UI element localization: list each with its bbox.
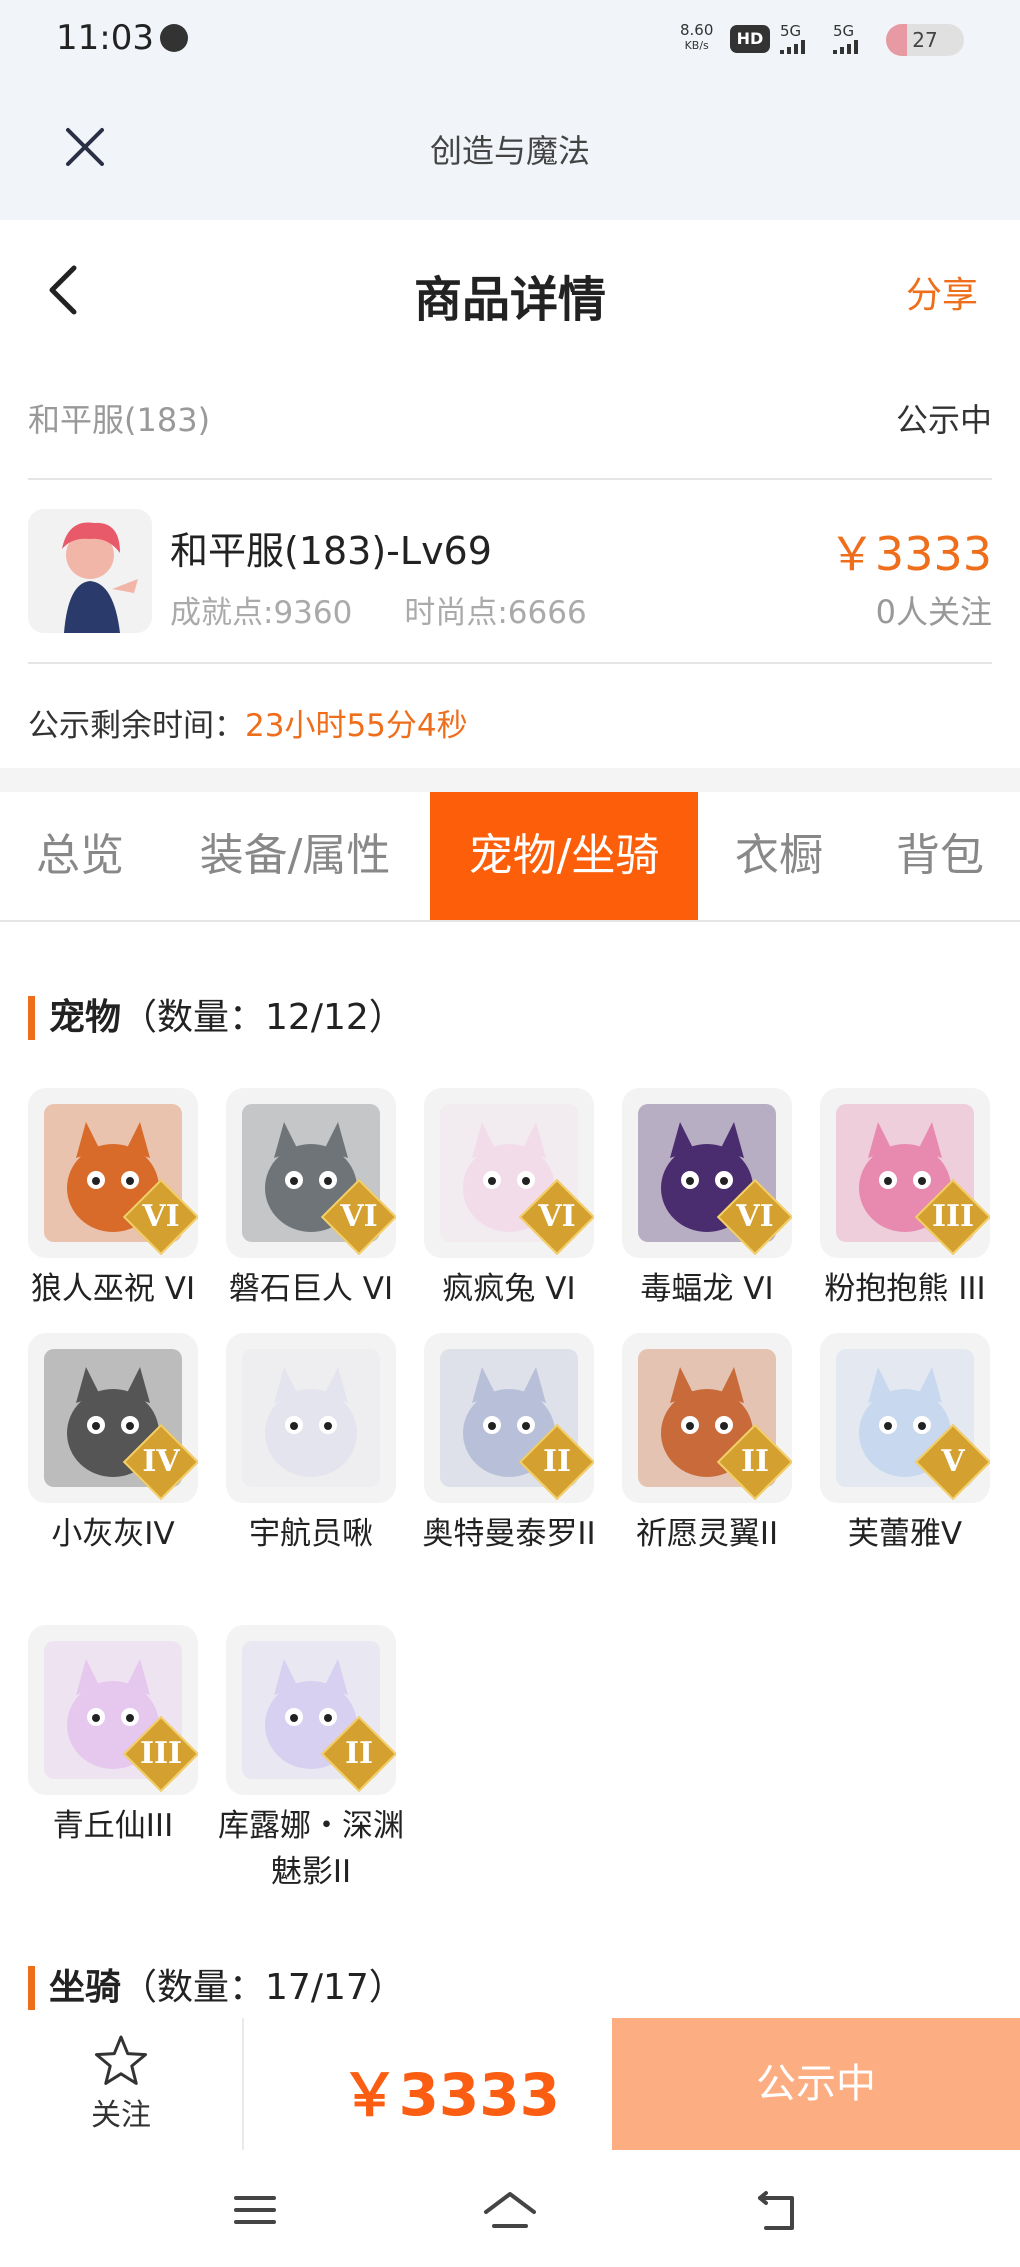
achievement-points: 成就点:9360 bbox=[170, 595, 353, 631]
fashion-points: 时尚点:6666 bbox=[404, 595, 587, 631]
pet-name: 磐石巨人 VI bbox=[228, 1271, 394, 1307]
star-icon bbox=[95, 2035, 147, 2085]
publicity-status-button[interactable]: 公示中 bbox=[612, 2018, 1020, 2150]
pets-section-count: （数量：12/12） bbox=[121, 997, 405, 1038]
tab-bar: 总览 装备/属性 宠物/坐骑 衣橱 背包 bbox=[0, 792, 1020, 922]
pet-name: 疯疯兔 VI bbox=[442, 1271, 576, 1307]
bottom-action-bar: 关注 ￥3333 公示中 bbox=[0, 2018, 1020, 2150]
pet-name: 库露娜・深渊魅影II bbox=[218, 1808, 404, 1890]
pet-item[interactable]: V 芙蕾雅V bbox=[806, 1333, 1004, 1557]
page-title: 商品详情 bbox=[413, 272, 606, 328]
follow-button[interactable]: 关注 bbox=[0, 2018, 242, 2150]
battery-level: 27 bbox=[912, 28, 938, 52]
tab-overview[interactable]: 总览 bbox=[0, 792, 160, 920]
item-price: ￥3333 bbox=[828, 527, 992, 581]
pet-name: 狼人巫祝 VI bbox=[30, 1271, 196, 1307]
pet-item[interactable]: IV 小灰灰IV bbox=[14, 1333, 212, 1557]
character-portrait-icon bbox=[28, 509, 152, 633]
pet-thumbnail: VI bbox=[226, 1088, 396, 1258]
nav-bar: 商品详情 分享 bbox=[0, 220, 1020, 360]
pet-name: 小灰灰IV bbox=[51, 1516, 175, 1552]
signal-icon-2: 5G bbox=[833, 22, 865, 58]
system-navigation-bar bbox=[0, 2150, 1020, 2267]
pet-name: 祈愿灵翼II bbox=[635, 1516, 779, 1552]
network-speed-value: 8.60 bbox=[680, 21, 714, 39]
pet-item[interactable]: III 青丘仙III bbox=[14, 1625, 212, 1849]
pet-item[interactable]: II 奥特曼泰罗II bbox=[410, 1333, 608, 1557]
mounts-section-count: （数量：17/17） bbox=[121, 1967, 405, 2008]
countdown: 公示剩余时间：23小时55分4秒 bbox=[28, 700, 468, 745]
follow-label: 关注 bbox=[91, 2098, 151, 2133]
pet-item[interactable]: II 祈愿灵翼II bbox=[608, 1333, 806, 1557]
mounts-section-header: 坐骑（数量：17/17） bbox=[28, 1966, 405, 2010]
status-time: 11:03 bbox=[56, 18, 154, 58]
pet-item[interactable]: VI 疯疯兔 VI bbox=[410, 1088, 608, 1312]
pet-thumbnail: II bbox=[622, 1333, 792, 1503]
pets-section-title: 宠物 bbox=[49, 997, 122, 1038]
divider bbox=[28, 662, 992, 664]
pet-name: 芙蕾雅V bbox=[847, 1516, 963, 1552]
pet-thumbnail: VI bbox=[28, 1088, 198, 1258]
signal-bars-icon bbox=[833, 40, 858, 54]
share-button[interactable]: 分享 bbox=[906, 266, 978, 318]
pet-name: 毒蝠龙 VI bbox=[640, 1271, 774, 1307]
globe-icon bbox=[160, 24, 188, 52]
character-avatar bbox=[28, 509, 152, 633]
pet-item[interactable]: III 粉抱抱熊 III bbox=[806, 1088, 1004, 1312]
status-bar: 11:03 8.60 KB/s HD 5G 5G 27 bbox=[0, 0, 1020, 78]
server-row: 和平服(183) 公示中 bbox=[28, 395, 992, 441]
pet-item[interactable]: VI 磐石巨人 VI bbox=[212, 1088, 410, 1312]
pet-thumbnail: VI bbox=[424, 1088, 594, 1258]
divider bbox=[28, 478, 992, 480]
mounts-section-title: 坐骑 bbox=[49, 1967, 122, 2008]
pet-item[interactable]: 宇航员啾 bbox=[212, 1333, 410, 1557]
network-speed-unit: KB/s bbox=[684, 39, 709, 52]
pet-item[interactable]: VI 毒蝠龙 VI bbox=[608, 1088, 806, 1312]
follower-count: 0人关注 bbox=[875, 593, 992, 631]
tab-pets-mounts[interactable]: 宠物/坐骑 bbox=[430, 792, 698, 920]
webview-header: 创造与魔法 bbox=[0, 78, 1020, 220]
hd-icon: HD bbox=[730, 25, 770, 53]
tab-backpack[interactable]: 背包 bbox=[860, 792, 1020, 920]
pet-name: 青丘仙III bbox=[52, 1808, 174, 1844]
network-speed: 8.60 KB/s bbox=[680, 22, 713, 54]
tab-equipment[interactable]: 装备/属性 bbox=[160, 792, 430, 920]
webview-title: 创造与魔法 bbox=[429, 132, 590, 170]
listing-status: 公示中 bbox=[895, 401, 992, 439]
item-name: 和平服(183)-Lv69 bbox=[170, 529, 492, 573]
pet-thumbnail: V bbox=[820, 1333, 990, 1503]
bottom-price: ￥3333 bbox=[340, 2061, 560, 2129]
item-stats: 成就点:9360 时尚点:6666 bbox=[170, 587, 587, 632]
pet-thumbnail: IV bbox=[28, 1333, 198, 1503]
pet-thumbnail: III bbox=[28, 1625, 198, 1795]
back-nav-icon[interactable] bbox=[752, 2190, 802, 2234]
pet-thumbnail: VI bbox=[622, 1088, 792, 1258]
countdown-value: 23小时55分4秒 bbox=[245, 708, 468, 744]
pet-name: 粉抱抱熊 III bbox=[824, 1271, 986, 1307]
pet-item[interactable]: VI 狼人巫祝 VI bbox=[14, 1088, 212, 1312]
pet-thumbnail: II bbox=[226, 1625, 396, 1795]
pet-item[interactable]: II 库露娜・深渊魅影II bbox=[212, 1625, 410, 1895]
menu-icon[interactable] bbox=[232, 2190, 278, 2230]
home-icon[interactable] bbox=[482, 2190, 538, 2234]
signal-2-label: 5G bbox=[833, 22, 855, 40]
pet-thumbnail bbox=[226, 1333, 396, 1503]
pet-name: 奥特曼泰罗II bbox=[422, 1516, 596, 1552]
pet-portrait-icon bbox=[226, 1333, 396, 1503]
battery-icon: 27 bbox=[886, 24, 964, 56]
section-gap bbox=[0, 768, 1020, 792]
signal-1-label: 5G bbox=[780, 22, 802, 40]
countdown-label: 公示剩余时间： bbox=[28, 708, 245, 744]
pet-thumbnail: III bbox=[820, 1088, 990, 1258]
pet-name: 宇航员啾 bbox=[249, 1516, 373, 1552]
signal-icon: 5G bbox=[780, 22, 812, 58]
signal-bars-icon bbox=[780, 40, 805, 54]
pets-section-header: 宠物（数量：12/12） bbox=[28, 996, 405, 1040]
pet-thumbnail: II bbox=[424, 1333, 594, 1503]
tab-wardrobe[interactable]: 衣橱 bbox=[698, 792, 860, 920]
server-name: 和平服(183) bbox=[28, 401, 211, 439]
